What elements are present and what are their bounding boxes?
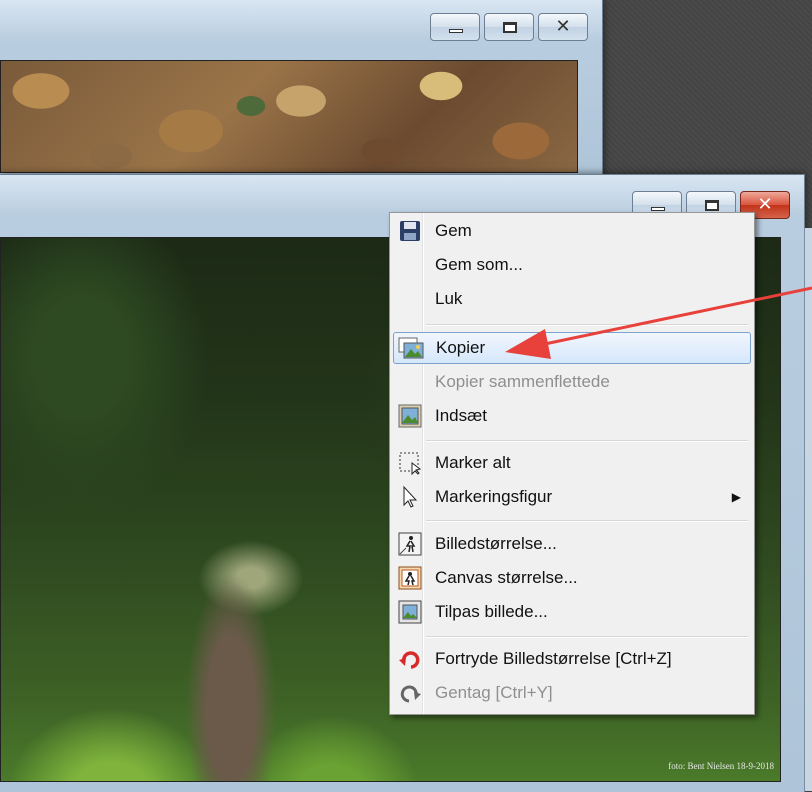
- menu-item-copy[interactable]: Kopier: [393, 332, 751, 364]
- window-edge: [804, 228, 812, 791]
- menu-item-paste[interactable]: Indsæt: [393, 400, 751, 432]
- image-size-icon: [395, 532, 425, 556]
- menu-item-selection-shape[interactable]: Markeringsfigur ▶: [393, 481, 751, 513]
- menu-item-canvas-size[interactable]: Canvas størrelse...: [393, 562, 751, 594]
- menu-item-undo[interactable]: Fortryde Billedstørrelse [Ctrl+Z]: [393, 643, 751, 675]
- save-icon: [395, 219, 425, 243]
- redo-icon: [395, 681, 425, 705]
- close-icon: ✕: [555, 16, 571, 37]
- menu-item-save[interactable]: Gem: [393, 215, 751, 247]
- maximize-icon: [503, 22, 517, 33]
- menu-item-label: Kopier sammenflettede: [435, 372, 610, 391]
- maximize-button[interactable]: [484, 13, 534, 41]
- maximize-icon: [705, 200, 719, 211]
- menu-item-redo[interactable]: Gentag [Ctrl+Y]: [393, 677, 751, 709]
- menu-separator: [426, 636, 748, 638]
- menu-item-label: Markeringsfigur: [435, 487, 553, 506]
- menu-item-label: Gem: [435, 221, 472, 240]
- minimize-icon: [651, 207, 665, 211]
- menu-item-select-all[interactable]: Marker alt: [393, 447, 751, 479]
- close-button[interactable]: ✕: [538, 13, 588, 41]
- context-menu: Gem Gem som... Luk Kopier Kopier sammenf…: [389, 212, 755, 715]
- background-window[interactable]: ✕: [0, 0, 603, 179]
- menu-item-label: Billedstørrelse...: [435, 534, 557, 553]
- fit-image-icon: [395, 600, 425, 624]
- menu-item-label: Tilpas billede...: [435, 602, 548, 621]
- minimize-button[interactable]: [430, 13, 480, 41]
- menu-separator: [426, 520, 748, 522]
- cursor-icon: [395, 485, 425, 509]
- menu-item-image-size[interactable]: Billedstørrelse...: [393, 528, 751, 560]
- menu-item-label: Marker alt: [435, 453, 511, 472]
- menu-item-label: Luk: [435, 289, 463, 308]
- copy-image-icon: [396, 336, 426, 360]
- menu-item-fit-image[interactable]: Tilpas billede...: [393, 596, 751, 628]
- menu-item-label: Fortryde Billedstørrelse [Ctrl+Z]: [435, 649, 672, 668]
- undo-icon: [395, 647, 425, 671]
- menu-item-label: Canvas størrelse...: [435, 568, 578, 587]
- menu-item-save-as[interactable]: Gem som...: [393, 249, 751, 281]
- submenu-arrow-icon: ▶: [731, 490, 741, 504]
- menu-item-close[interactable]: Luk: [393, 283, 751, 315]
- photo-credit: foto: Bent Nielsen 18-9-2018: [668, 761, 774, 771]
- menu-item-label: Gem som...: [435, 255, 523, 274]
- menu-item-copy-merged[interactable]: Kopier sammenflettede: [393, 366, 751, 398]
- menu-item-label: Indsæt: [435, 406, 487, 425]
- autumn-leaves-image: [0, 60, 578, 173]
- select-all-icon: [395, 451, 425, 475]
- caption-buttons: ✕: [430, 13, 588, 41]
- menu-item-label: Gentag [Ctrl+Y]: [435, 683, 553, 702]
- paste-image-icon: [395, 404, 425, 428]
- menu-separator: [426, 324, 748, 326]
- menu-separator: [426, 440, 748, 442]
- canvas-size-icon: [395, 566, 425, 590]
- minimize-icon: [449, 29, 463, 33]
- menu-item-label: Kopier: [436, 338, 486, 357]
